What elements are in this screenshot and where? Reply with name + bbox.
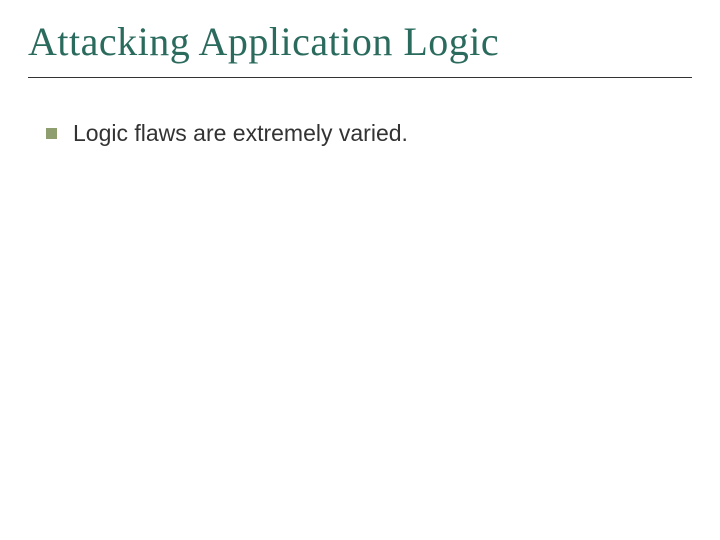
bullet-text: Logic flaws are extremely varied. [73, 120, 408, 147]
slide-container: Attacking Application Logic Logic flaws … [0, 0, 720, 540]
title-underline [28, 77, 692, 78]
slide-content: Logic flaws are extremely varied. [28, 120, 692, 147]
bullet-icon [46, 128, 57, 139]
list-item: Logic flaws are extremely varied. [46, 120, 692, 147]
slide-title: Attacking Application Logic [28, 18, 692, 65]
